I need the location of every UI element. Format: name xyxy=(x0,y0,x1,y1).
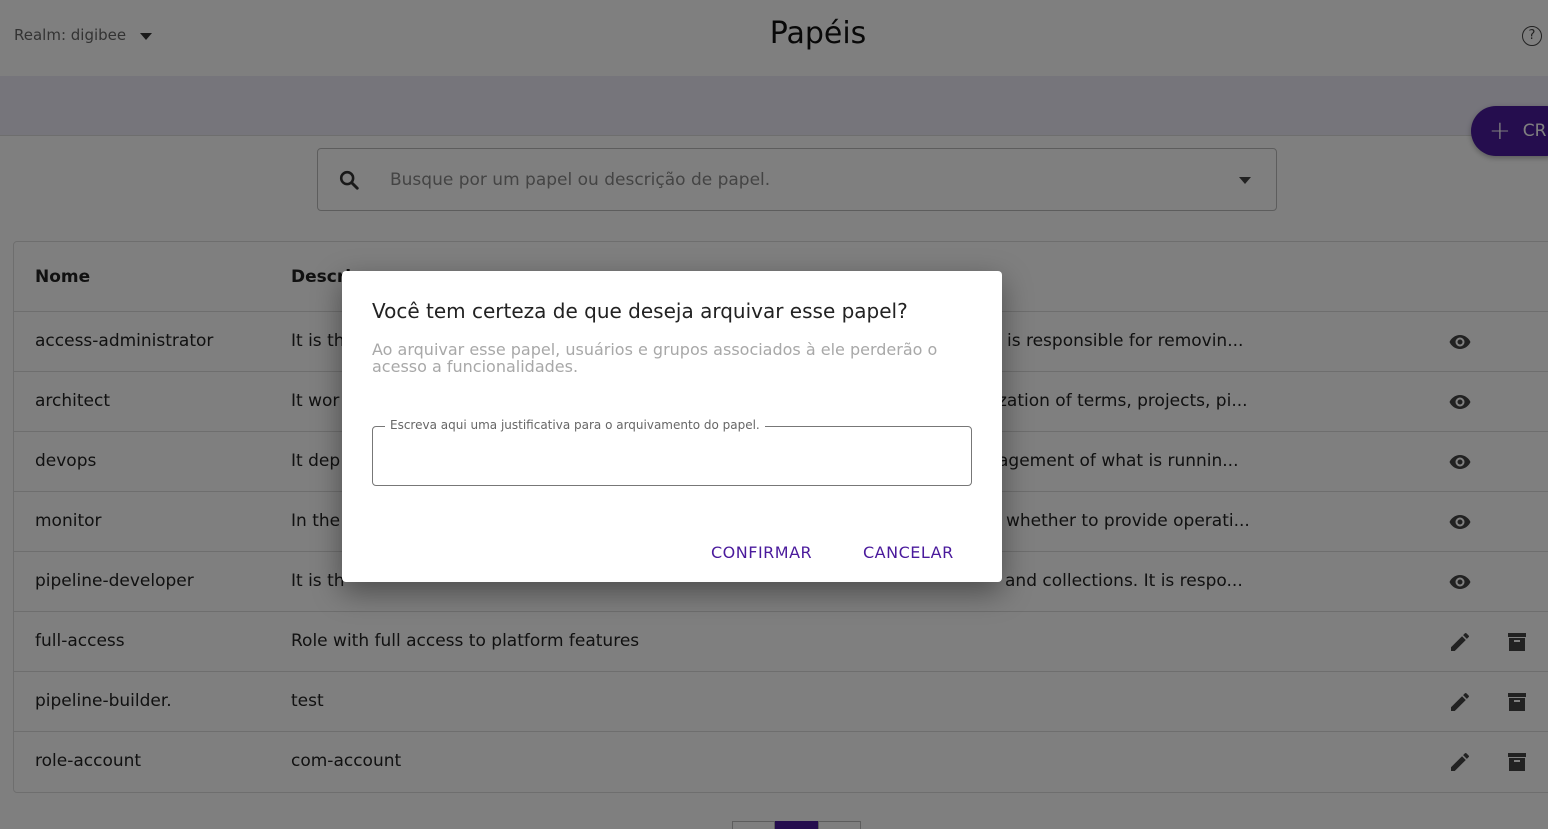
archive-role-dialog: Você tem certeza de que deseja arquivar … xyxy=(342,271,1002,582)
dialog-message: Ao arquivar esse papel, usuários e grupo… xyxy=(372,340,938,376)
dialog-title: Você tem certeza de que deseja arquivar … xyxy=(372,299,908,323)
justification-field-label: Escreva aqui uma justificativa para o ar… xyxy=(385,418,765,432)
confirm-button[interactable]: CONFIRMAR xyxy=(711,543,812,562)
justification-field[interactable]: Escreva aqui uma justificativa para o ar… xyxy=(372,418,972,486)
cancel-button[interactable]: CANCELAR xyxy=(863,543,954,562)
